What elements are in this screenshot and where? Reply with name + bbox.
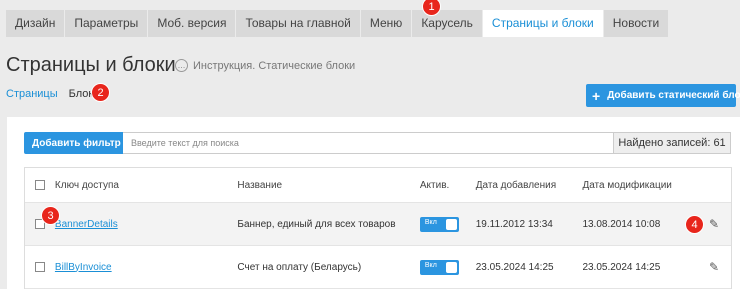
annotation-badge-4: 4	[685, 215, 704, 234]
header-added[interactable]: Дата добавления	[476, 180, 583, 191]
table-header: Ключ доступа Название Актив. Дата добавл…	[25, 168, 731, 203]
top-tabs: Дизайн Параметры Моб. версия Товары на г…	[6, 10, 670, 37]
annotation-badge-3: 3	[41, 206, 60, 225]
row-added: 23.05.2024 14:25	[475, 261, 554, 273]
add-static-block-button[interactable]: + Добавить статический блок	[586, 84, 740, 107]
header-active[interactable]: Актив.	[420, 180, 476, 191]
pencil-icon[interactable]: ✎	[709, 217, 719, 231]
annotation-badge-2: 2	[91, 83, 110, 102]
search-input[interactable]	[123, 132, 614, 154]
table-row: BillByInvoice Счет на оплату (Беларусь) …	[25, 246, 731, 289]
header-key[interactable]: Ключ доступа	[55, 180, 237, 191]
tab-mobile[interactable]: Моб. версия	[148, 10, 237, 37]
comment-icon: …	[175, 59, 188, 72]
row-checkbox[interactable]	[34, 262, 45, 272]
content-panel: Добавить фильтр ▼ Найдено записей: 61 Кл…	[7, 117, 740, 289]
toggle-label: Вкл	[424, 218, 437, 226]
row-name: Баннер, единый для всех товаров	[237, 218, 396, 230]
row-modified: 23.05.2024 14:25	[582, 261, 661, 273]
tab-home-products[interactable]: Товары на главной	[236, 10, 361, 37]
row-added: 19.11.2012 13:34	[475, 218, 553, 230]
tab-parameters[interactable]: Параметры	[65, 10, 149, 37]
help-link[interactable]: … Инструкция. Статические блоки	[175, 59, 355, 72]
row-key-link[interactable]: BannerDetails	[55, 219, 118, 230]
row-key-link[interactable]: BillByInvoice	[55, 262, 112, 273]
page-title: Страницы и блоки	[6, 54, 176, 76]
add-filter-label: Добавить фильтр	[32, 137, 121, 149]
row-name: Счет на оплату (Беларусь)	[237, 261, 362, 273]
tab-design[interactable]: Дизайн	[6, 10, 66, 37]
tab-carousel[interactable]: Карусель	[412, 10, 483, 37]
tab-pages-blocks[interactable]: Страницы и блоки	[482, 10, 604, 37]
header-name[interactable]: Название	[237, 180, 419, 191]
add-static-block-label: Добавить статический блок	[607, 90, 740, 101]
toggle-label: Вкл	[424, 261, 437, 269]
blocks-table: Ключ доступа Название Актив. Дата добавл…	[24, 167, 732, 289]
select-all-checkbox[interactable]	[34, 180, 45, 190]
subnav: Страницы Блоки	[6, 88, 99, 100]
header-modified[interactable]: Дата модификации	[582, 180, 697, 191]
filter-bar: Добавить фильтр ▼ Найдено записей: 61	[24, 132, 731, 154]
active-toggle[interactable]: Вкл	[419, 259, 459, 275]
tab-menu[interactable]: Меню	[360, 10, 413, 37]
help-label: Инструкция. Статические блоки	[193, 59, 356, 72]
row-modified: 13.08.2014 10:08	[582, 218, 661, 230]
active-toggle[interactable]: Вкл	[419, 216, 459, 232]
plus-icon: +	[592, 87, 601, 104]
add-filter-button[interactable]: Добавить фильтр ▼	[24, 132, 132, 154]
records-found: Найдено записей: 61	[614, 132, 731, 154]
table-row: BannerDetails Баннер, единый для всех то…	[25, 203, 731, 246]
subnav-pages[interactable]: Страницы	[6, 88, 58, 100]
pencil-icon[interactable]: ✎	[709, 260, 719, 274]
tab-news[interactable]: Новости	[603, 10, 670, 37]
